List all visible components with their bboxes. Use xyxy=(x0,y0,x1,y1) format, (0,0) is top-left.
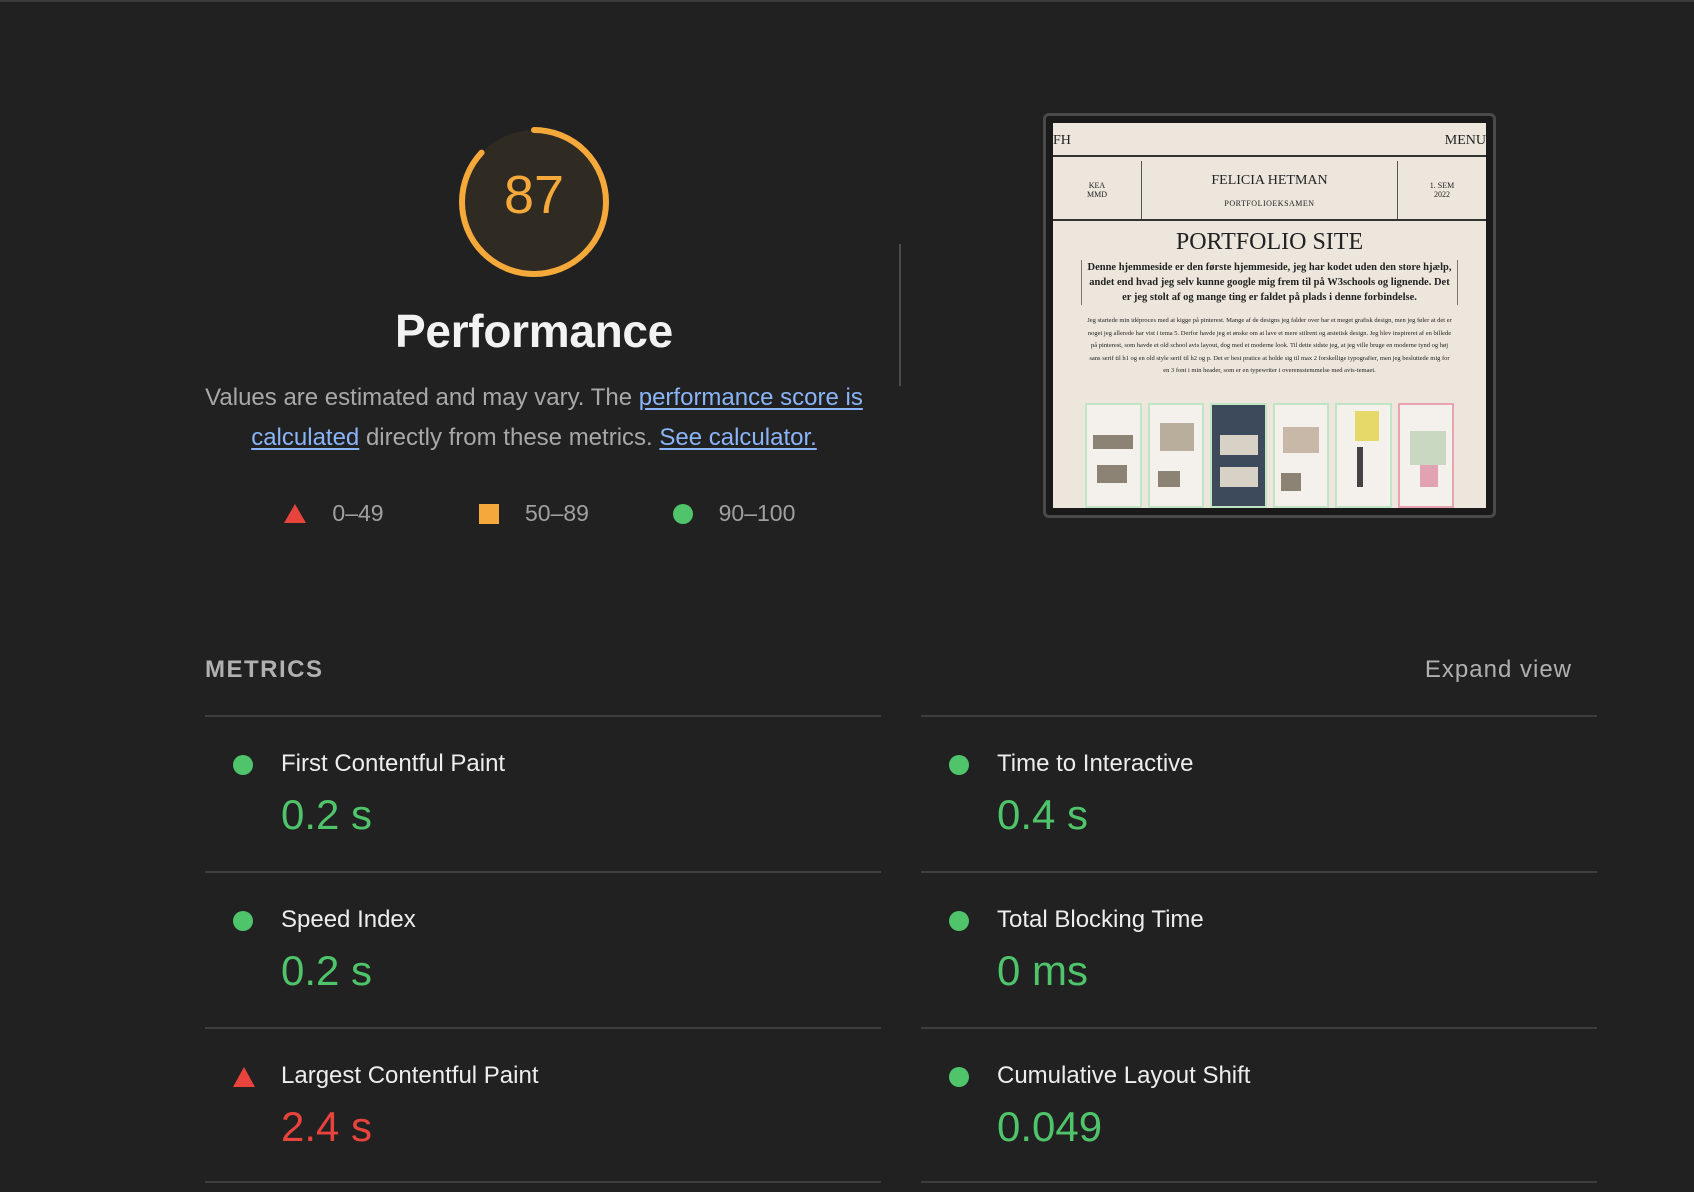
metric-name: Time to Interactive xyxy=(997,750,1194,777)
metric-name: First Contentful Paint xyxy=(281,750,506,777)
description-text-2: directly from these metrics. xyxy=(365,424,653,451)
pass-circle-icon xyxy=(949,1067,969,1087)
pass-circle-icon xyxy=(949,755,969,775)
thumb-tile xyxy=(1335,403,1392,508)
score-legend: 0–49 50–89 90–100 xyxy=(200,500,868,527)
metric-first-contentful-paint: First Contentful Paint 0.2 s xyxy=(205,715,881,871)
thumb-title: PORTFOLIO SITE xyxy=(1175,229,1364,255)
thumb-menu: MENU xyxy=(1444,133,1486,148)
metric-value: 2.4 s xyxy=(281,1103,373,1150)
metric-value: 0.2 s xyxy=(281,791,373,838)
metrics-header: METRICS Expand view xyxy=(205,656,1572,684)
fail-triangle-icon xyxy=(233,1067,255,1087)
metric-cumulative-layout-shift: Cumulative Layout Shift 0.049 xyxy=(921,1027,1597,1183)
category-title: Performance xyxy=(395,305,673,357)
score-gauge: 87 xyxy=(456,124,612,280)
metric-name: Cumulative Layout Shift xyxy=(997,1062,1251,1089)
thumb-right-meta: 1. SEM 2022 xyxy=(1429,181,1455,199)
metric-speed-index: Speed Index 0.2 s xyxy=(205,871,881,1027)
pass-circle-icon xyxy=(949,911,969,931)
legend-item-average: 50–89 xyxy=(434,500,634,527)
vertical-divider xyxy=(899,244,901,386)
legend-item-fail: 0–49 xyxy=(234,500,434,527)
square-icon xyxy=(479,503,500,524)
metric-name: Total Blocking Time xyxy=(997,906,1204,933)
performance-gauge-section: 87 Performance Values are estimated and … xyxy=(200,124,868,527)
legend-item-pass: 90–100 xyxy=(634,500,834,527)
score-value: 87 xyxy=(503,165,565,225)
thumb-tile xyxy=(1397,403,1454,508)
thumb-project-tiles xyxy=(1085,403,1454,508)
thumb-tile xyxy=(1085,403,1142,508)
thumb-nav: FH MENU xyxy=(1053,123,1486,157)
circle-icon xyxy=(672,503,693,524)
metric-name: Speed Index xyxy=(281,906,416,933)
pass-circle-icon xyxy=(233,755,253,775)
thumb-subtitle: PORTFOLIOEKSAMEN xyxy=(1224,198,1315,208)
metrics-grid: First Contentful Paint 0.2 s Time to Int… xyxy=(205,715,1597,1183)
thumb-body: Jeg startede min idéproces med at kigge … xyxy=(1087,317,1452,374)
metric-total-blocking-time: Total Blocking Time 0 ms xyxy=(921,871,1597,1027)
thumb-masthead: KEA MMD FELICIA HETMAN PORTFOLIOEKSAMEN … xyxy=(1053,161,1486,221)
metric-value: 0.2 s xyxy=(281,947,373,994)
legend-label: 50–89 xyxy=(525,500,589,526)
thumb-lead: Denne hjemmeside er den første hjemmesid… xyxy=(1081,260,1458,305)
thumb-tile xyxy=(1272,403,1329,508)
metric-name: Largest Contentful Paint xyxy=(281,1062,539,1089)
metric-value: 0.4 s xyxy=(997,791,1089,838)
legend-label: 0–49 xyxy=(332,500,384,526)
metric-time-to-interactive: Time to Interactive 0.4 s xyxy=(921,715,1597,871)
thumb-name-block: FELICIA HETMAN PORTFOLIOEKSAMEN xyxy=(1141,161,1398,219)
score-description: Values are estimated and may vary. The p… xyxy=(200,378,868,458)
thumb-tile xyxy=(1210,403,1267,508)
metric-value: 0 ms xyxy=(997,947,1089,994)
pass-circle-icon xyxy=(233,911,253,931)
description-text: Values are estimated and may vary. The xyxy=(205,384,633,411)
thumb-logo: FH xyxy=(1053,133,1071,148)
screenshot-image: FH MENU KEA MMD FELICIA HETMAN PORTFOLIO… xyxy=(1053,123,1486,508)
expand-view-button[interactable]: Expand view xyxy=(1425,656,1572,684)
final-screenshot[interactable]: FH MENU KEA MMD FELICIA HETMAN PORTFOLIO… xyxy=(1043,113,1496,518)
metric-largest-contentful-paint: Largest Contentful Paint 2.4 s xyxy=(205,1027,881,1183)
metrics-heading: METRICS xyxy=(205,656,324,683)
legend-label: 90–100 xyxy=(718,500,796,526)
see-calculator-link[interactable]: See calculator. xyxy=(659,424,816,451)
thumb-name: FELICIA HETMAN xyxy=(1211,172,1328,188)
metric-value: 0.049 xyxy=(997,1103,1103,1150)
thumb-tile xyxy=(1147,403,1204,508)
thumb-left-meta: KEA MMD xyxy=(1086,181,1107,199)
triangle-icon xyxy=(284,504,307,523)
